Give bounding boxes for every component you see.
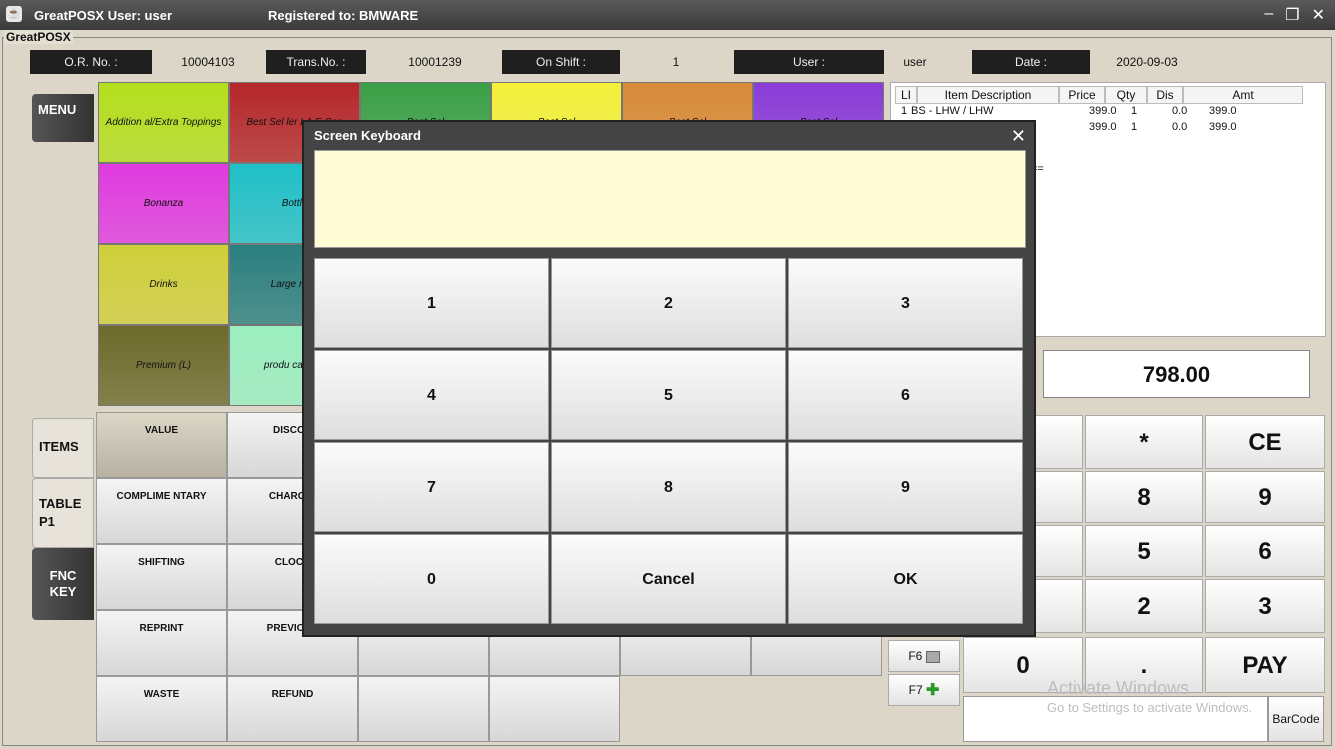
- group-label: GreatPOSX: [4, 30, 73, 44]
- col-header-li: LI: [895, 86, 917, 104]
- keyboard-key[interactable]: 4: [314, 350, 549, 440]
- keypad-ce[interactable]: CE: [1205, 415, 1325, 469]
- tab-menu[interactable]: MENU: [32, 94, 94, 142]
- f7-label: F7: [908, 683, 923, 697]
- dialog-title: Screen Keyboard: [314, 128, 421, 143]
- row1-li: 1: [901, 105, 908, 117]
- col-header-qty: Qty: [1105, 86, 1147, 104]
- row1-desc: BS - LHW / LHW: [911, 105, 994, 117]
- keyboard-key[interactable]: 5: [551, 350, 786, 440]
- f6-button[interactable]: F6: [888, 640, 960, 672]
- keypad-6[interactable]: 6: [1205, 525, 1325, 577]
- date-label: Date :: [972, 50, 1090, 74]
- minimize-icon[interactable]: –: [1264, 5, 1273, 25]
- date-value: 2020-09-03: [1116, 55, 1178, 69]
- screen-keyboard-dialog: Screen Keyboard ✕ 1 2 3 4 5 6 7 8 9 0 Cancel OK: [302, 120, 1036, 637]
- function-button[interactable]: SHIFTING: [96, 544, 227, 610]
- category-button[interactable]: Drinks: [98, 244, 229, 325]
- tab-fnc-key[interactable]: FNC KEY: [32, 548, 94, 620]
- row1-dis: 0.0: [1172, 105, 1188, 117]
- keypad-2[interactable]: 2: [1085, 579, 1203, 633]
- col-header-description: Item Description: [917, 86, 1059, 104]
- function-button[interactable]: [489, 676, 620, 742]
- activate-windows-watermark: Activate Windows: [1047, 678, 1190, 698]
- keyboard-key[interactable]: OK: [788, 534, 1023, 624]
- keyboard-key[interactable]: 0: [314, 534, 549, 624]
- col-header-dis: Dis: [1147, 86, 1183, 104]
- row2-amt: 399.0: [1209, 121, 1237, 133]
- trans-no-value: 10001239: [408, 55, 462, 69]
- keypad-3[interactable]: 3: [1205, 579, 1325, 633]
- function-button[interactable]: VALUE: [96, 412, 227, 478]
- keypad-8[interactable]: 8: [1085, 471, 1203, 523]
- keyboard-key[interactable]: 6: [788, 350, 1023, 440]
- keyboard-key[interactable]: 8: [551, 442, 786, 532]
- on-shift-label: On Shift :: [502, 50, 620, 74]
- on-shift-value: 1: [672, 55, 680, 69]
- keypad-asterisk[interactable]: *: [1085, 415, 1203, 469]
- close-icon[interactable]: ✕: [1312, 5, 1325, 25]
- title-bar: ☕ GreatPOSX User: user Registered to: BM…: [0, 0, 1335, 30]
- function-button[interactable]: REFUND: [227, 676, 358, 742]
- f6-icon: [925, 650, 940, 663]
- plus-icon: ✚: [925, 681, 940, 699]
- keypad-9[interactable]: 9: [1205, 471, 1325, 523]
- window-title: GreatPOSX User: user: [34, 8, 173, 23]
- category-button[interactable]: Addition al/Extra Toppings: [98, 82, 229, 163]
- keyboard-key[interactable]: Cancel: [551, 534, 786, 624]
- row1-amt: 399.0: [1209, 105, 1237, 117]
- row2-qty: 1: [1131, 121, 1138, 133]
- trans-no-label: Trans.No. :: [266, 50, 366, 74]
- col-header-amt: Amt: [1183, 86, 1303, 104]
- row2-dis: 0.0: [1172, 121, 1188, 133]
- keyboard-key[interactable]: 9: [788, 442, 1023, 532]
- row1-price: 399.0: [1089, 105, 1117, 117]
- function-button[interactable]: WASTE: [96, 676, 227, 742]
- function-button[interactable]: REPRINT: [96, 610, 227, 676]
- category-button[interactable]: Premium (L): [98, 325, 229, 406]
- row2-price: 399.0: [1089, 121, 1117, 133]
- dialog-close-icon[interactable]: ✕: [1011, 126, 1026, 147]
- category-button[interactable]: Bonanza: [98, 163, 229, 244]
- tab-items[interactable]: ITEMS: [32, 418, 94, 478]
- col-header-price: Price: [1059, 86, 1105, 104]
- keypad-pay[interactable]: PAY: [1205, 637, 1325, 693]
- app-icon: ☕: [6, 6, 22, 22]
- registered-label: Registered to: BMWARE: [268, 8, 419, 23]
- or-no-value: 10004103: [181, 55, 235, 69]
- barcode-button[interactable]: BarCode: [1268, 696, 1324, 742]
- row1-qty: 1: [1131, 105, 1138, 117]
- user-label: User :: [734, 50, 884, 74]
- user-value: user: [903, 55, 927, 69]
- keyboard-key[interactable]: 1: [314, 258, 549, 348]
- keyboard-display[interactable]: [314, 150, 1026, 248]
- f7-button[interactable]: F7 ✚: [888, 674, 960, 706]
- function-button[interactable]: COMPLIME NTARY: [96, 478, 227, 544]
- function-button[interactable]: [358, 676, 489, 742]
- restore-icon[interactable]: ❐: [1285, 5, 1299, 25]
- keyboard-key[interactable]: 7: [314, 442, 549, 532]
- f6-label: F6: [908, 649, 923, 663]
- activate-windows-subtext: Go to Settings to activate Windows.: [1047, 700, 1253, 715]
- keypad-5[interactable]: 5: [1085, 525, 1203, 577]
- or-no-label: O.R. No. :: [30, 50, 152, 74]
- keyboard-key[interactable]: 2: [551, 258, 786, 348]
- tab-table[interactable]: TABLE P1: [32, 478, 94, 548]
- total-display: 798.00: [1043, 350, 1310, 398]
- keyboard-key[interactable]: 3: [788, 258, 1023, 348]
